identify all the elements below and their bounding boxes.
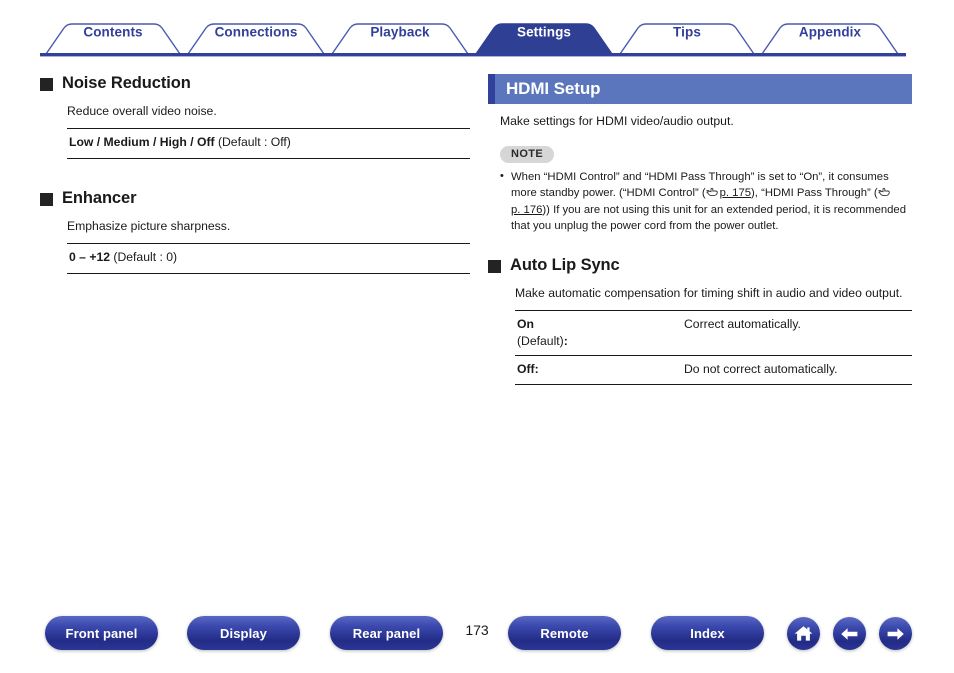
index-button[interactable]: Index [651,616,764,650]
footer-nav: Front panel Display Rear panel 173 Remot… [0,616,954,662]
section-description: Emphasize picture sharpness. [67,218,231,233]
value-key-colon: : [534,362,539,377]
remote-button[interactable]: Remote [508,616,621,650]
tab-tips[interactable]: Tips [673,25,701,40]
banner-title: HDMI Setup [506,79,601,98]
option-table: Low / Medium / High / Off (Default : Off… [67,128,470,159]
option-row: 0 – +12 (Default : 0) [69,249,470,267]
button-label: Rear panel [352,625,421,641]
page-number: 173 [465,622,489,638]
table-cell-key: Off: [515,355,682,385]
front-panel-button[interactable]: Front panel [45,616,158,650]
section-body: Make automatic compensation for timing s… [488,284,912,385]
section-description: Make automatic compensation for timing s… [515,286,903,301]
rear-panel-button[interactable]: Rear panel [330,616,443,650]
table-row: On (Default): Correct automatically. [515,310,912,357]
table-cell-value: Correct automatically. [682,310,912,357]
tab-bar-rule [40,53,906,57]
option-default: (Default : Off) [214,135,291,150]
section-heading: Noise Reduction [40,74,470,93]
settings-value-table: On (Default): Correct automatically. Off:… [515,310,912,385]
page-pointer-icon [878,186,891,202]
section-title: Enhancer [62,188,137,207]
tab-appendix[interactable]: Appendix [799,25,861,40]
note-list: When “HDMI Control” and “HDMI Pass Throu… [500,168,912,234]
hdmi-setup-banner: HDMI Setup [488,74,912,104]
back-icon[interactable] [833,617,866,650]
note-item: When “HDMI Control” and “HDMI Pass Throu… [500,168,912,234]
page-link-175[interactable]: p. 175 [720,187,751,199]
note-badge: NOTE [500,146,555,163]
note-block: NOTE When “HDMI Control” and “HDMI Pass … [500,144,912,234]
option-values: Low / Medium / High / Off [69,135,215,150]
table-cell-value: Do not correct automatically. [682,355,912,385]
square-bullet-icon [40,192,53,206]
value-key-name: On [517,317,534,332]
button-label: Display [220,625,267,641]
section-noise-reduction: Noise Reduction Reduce overall video noi… [40,74,470,159]
value-key-colon: : [563,333,568,348]
button-label: Front panel [65,625,138,641]
button-label: Index [690,625,725,641]
forward-icon[interactable] [879,617,912,650]
home-icon[interactable] [787,617,820,650]
page-pointer-icon [706,186,719,202]
section-body: Emphasize picture sharpness. 0 – +12 (De… [40,217,470,274]
option-default: (Default : 0) [110,250,178,265]
value-key-default: (Default) [517,333,564,348]
square-bullet-icon [40,78,53,91]
left-content-column: Noise Reduction Reduce overall video noi… [40,74,470,274]
tab-settings[interactable]: Settings [517,25,571,40]
value-key-name: Off [517,362,535,377]
tab-bar: Contents Connections Playback Settings T… [0,0,954,62]
section-body: Reduce overall video noise. Low / Medium… [40,102,470,159]
right-content-column: HDMI Setup Make settings for HDMI video/… [488,74,912,385]
table-cell-key: On (Default): [515,310,682,357]
option-row: Low / Medium / High / Off (Default : Off… [69,134,470,152]
tab-contents[interactable]: Contents [83,25,142,40]
banner-description: Make settings for HDMI video/audio outpu… [500,114,734,128]
button-label: Remote [540,625,589,641]
section-heading: Enhancer [40,189,470,208]
page-link-176[interactable]: p. 176 [511,204,542,216]
note-text-2: ), “HDMI Pass Through” ( [751,187,878,200]
section-description: Reduce overall video noise. [67,104,217,118]
square-bullet-icon [488,260,501,274]
section-auto-lip-sync: Auto Lip Sync Make automatic compensatio… [488,256,912,385]
note-text-3: )) If you are not using this unit for an… [511,204,907,233]
section-enhancer: Enhancer Emphasize picture sharpness. 0 … [40,189,470,274]
tab-connections[interactable]: Connections [215,25,298,40]
section-heading: Auto Lip Sync [488,256,912,275]
section-title: Noise Reduction [62,74,191,92]
tab-playback[interactable]: Playback [370,25,429,40]
display-button[interactable]: Display [187,616,300,650]
option-table: 0 – +12 (Default : 0) [67,243,470,274]
section-title: Auto Lip Sync [510,256,620,275]
table-row: Off: Do not correct automatically. [515,355,912,385]
option-values: 0 – +12 [69,250,111,265]
